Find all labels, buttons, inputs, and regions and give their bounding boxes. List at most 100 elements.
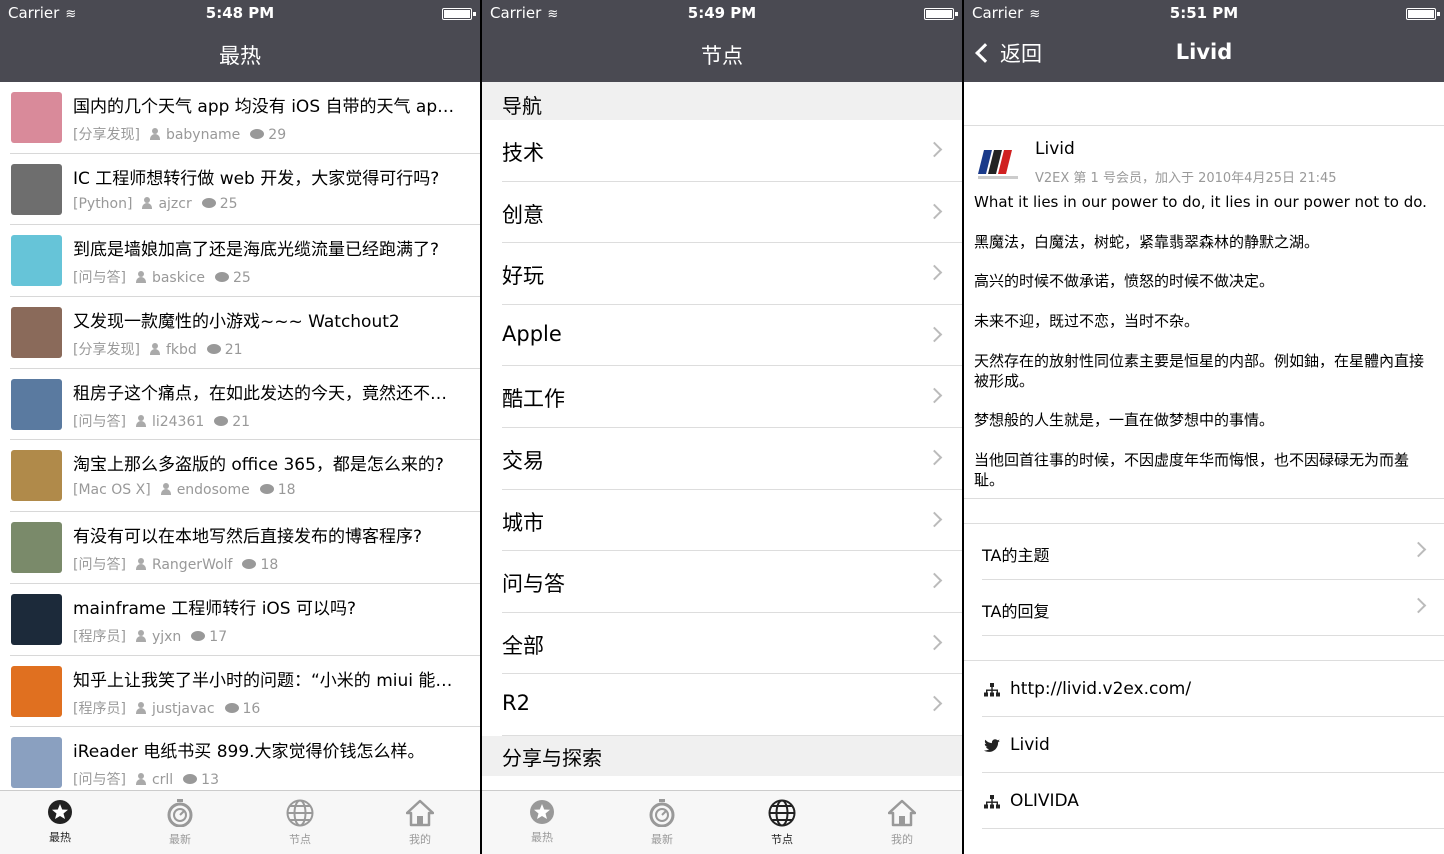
node-label: 酷工作 [502, 387, 565, 412]
node-row[interactable]: 全部 [502, 613, 962, 675]
avatar[interactable] [11, 665, 62, 717]
topic-row[interactable]: 国内的几个天气 app 均没有 iOS 自带的天气 ap… [分享发现] babyn… [10, 82, 480, 154]
node-tag[interactable]: [分享发现] [73, 342, 140, 358]
node-row[interactable]: 好玩 [502, 243, 962, 305]
user-replies-row[interactable]: TA的回复 [982, 580, 1444, 637]
navigation-bar: Carrier ≋ 5:49 PM 节点 [482, 0, 962, 82]
profile-name: Livid [1035, 139, 1075, 159]
node-row[interactable]: R2 [502, 674, 962, 736]
username[interactable]: justjavac [152, 701, 215, 717]
topic-row[interactable]: iReader 电纸书买 899.大家觉得价钱怎么样。 [问与答] crll 13 [10, 727, 480, 790]
status-bar: Carrier ≋ 5:49 PM [482, 4, 962, 24]
username[interactable]: fkbd [166, 342, 197, 358]
tab-hot[interactable]: 最热 [482, 791, 602, 854]
username[interactable]: babyname [166, 127, 240, 143]
tab-nodes[interactable]: 节点 [240, 791, 360, 854]
topic-row[interactable]: 知乎上让我笑了半小时的问题：“小米的 miui 能… [程序员] justjavac… [10, 656, 480, 728]
username[interactable]: yjxn [152, 629, 181, 645]
avatar[interactable] [11, 378, 62, 430]
username[interactable]: endosome [177, 482, 250, 498]
node-tag[interactable]: [问与答] [73, 414, 126, 430]
profile-screen: Carrier ≋ 5:51 PM 返回 Livid Livid V2EX 第 1… [964, 0, 1444, 854]
comment-icon [183, 774, 198, 785]
chevron-right-icon [926, 696, 943, 712]
username[interactable]: li24361 [152, 414, 204, 430]
topic-row[interactable]: 租房子这个痛点，在如此发达的今天，竟然还不… [问与答] li24361 21 [10, 369, 480, 441]
topic-row[interactable]: mainframe 工程师转行 iOS 可以吗? [程序员] yjxn 17 [10, 584, 480, 656]
node-row[interactable]: 酷工作 [502, 366, 962, 428]
username[interactable]: RangerWolf [152, 557, 233, 573]
avatar[interactable] [11, 307, 62, 359]
chevron-right-icon [1410, 597, 1427, 614]
bio-paragraph: 高兴的时候不做承诺，愤怒的时候不做决定。 [974, 272, 1275, 291]
twitter-link[interactable]: Livid [982, 717, 1444, 774]
username[interactable]: baskice [152, 270, 205, 286]
chevron-right-icon [926, 388, 943, 404]
avatar[interactable] [11, 522, 62, 574]
node-label: Apple [502, 321, 562, 346]
username[interactable]: ajzcr [158, 196, 191, 212]
avatar [978, 150, 1018, 179]
reply-count: 17 [209, 628, 228, 645]
node-tag[interactable]: [分享发现] [73, 127, 140, 143]
home-icon [888, 799, 916, 827]
tab-me[interactable]: 我的 [360, 791, 480, 854]
tab-me[interactable]: 我的 [842, 791, 962, 854]
user-topics-row[interactable]: TA的主题 [982, 524, 1444, 581]
user-icon [149, 343, 160, 356]
node-row[interactable]: 技术 [502, 120, 962, 182]
tab-hot[interactable]: 最热 [0, 791, 120, 854]
avatar[interactable] [11, 163, 62, 215]
node-tag[interactable]: [问与答] [73, 270, 126, 286]
profile-bio: What it lies in our power to do, it lies… [964, 190, 1444, 500]
avatar[interactable] [11, 92, 62, 143]
node-tag[interactable]: [程序员] [73, 629, 126, 645]
node-tag[interactable]: [Mac OS X] [73, 482, 151, 498]
topic-list[interactable]: 国内的几个天气 app 均没有 iOS 自带的天气 ap… [分享发现] babyn… [0, 82, 480, 790]
tab-latest[interactable]: 最新 [120, 791, 240, 854]
node-row[interactable]: 创意 [502, 182, 962, 244]
node-tag[interactable]: [Python] [73, 196, 132, 212]
username[interactable]: crll [152, 772, 173, 788]
reply-count: 13 [201, 772, 219, 789]
tab-latest[interactable]: 最新 [602, 791, 722, 854]
node-tag[interactable]: [程序员] [73, 701, 126, 717]
profile-content[interactable]: Livid V2EX 第 1 号会员，加入于 2010年4月25日 21:45 … [964, 82, 1444, 854]
tab-label: 最热 [531, 831, 553, 844]
avatar[interactable] [11, 593, 62, 645]
clock: 5:48 PM [205, 4, 275, 22]
topic-row[interactable]: 淘宝上那么多盗版的 office 365，都是怎么来的? [Mac OS X] en… [10, 440, 480, 513]
star-icon [530, 800, 554, 824]
node-label: 城市 [502, 510, 544, 535]
avatar[interactable] [11, 737, 62, 789]
clock: 5:49 PM [687, 4, 757, 22]
node-list[interactable]: 导航 技术 创意 好玩 Apple 酷工作 交易 城市 问与答 全部 R2 分享与探索 [482, 82, 962, 790]
comment-icon [191, 630, 206, 641]
other-link[interactable]: OLIVIDA [982, 773, 1444, 830]
topic-row[interactable]: 又发现一款魔性的小游戏~~~ Watchout2 [分享发现] fkbd 21 [10, 297, 480, 369]
star-icon [48, 800, 72, 824]
node-row[interactable]: 交易 [502, 428, 962, 490]
topic-title: 有没有可以在本地写然后直接发布的博客程序? [73, 527, 423, 548]
status-bar: Carrier ≋ 5:51 PM [964, 4, 1444, 24]
avatar[interactable] [11, 235, 62, 287]
topic-row[interactable]: IC 工程师想转行做 web 开发，大家觉得可行吗? [Python] ajzcr 2… [10, 154, 480, 226]
topic-row[interactable]: 到底是墙娘加高了还是海底光缆流量已经跑满了? [问与答] baskice 25 [10, 225, 480, 298]
node-row[interactable]: 城市 [502, 490, 962, 552]
topic-meta: [问与答] baskice 25 [73, 267, 261, 287]
node-tag[interactable]: [问与答] [73, 772, 126, 788]
topic-row[interactable]: 有没有可以在本地写然后直接发布的博客程序? [问与答] RangerWolf 18 [10, 512, 480, 584]
reply-count: 18 [260, 557, 279, 574]
website-link[interactable]: http://livid.v2ex.com/ [982, 661, 1444, 718]
chevron-right-icon [926, 141, 943, 158]
reply-count: 21 [224, 342, 243, 359]
tab-nodes[interactable]: 节点 [722, 791, 842, 854]
node-row[interactable]: 问与答 [502, 551, 962, 613]
node-row[interactable]: Apple [502, 305, 962, 367]
topic-meta: [问与答] li24361 21 [73, 411, 260, 431]
tab-bar: 最热 最新 节点 我的 [0, 790, 480, 854]
user-icon [135, 773, 146, 786]
avatar[interactable] [11, 450, 62, 502]
bio-paragraph: 黑魔法，白魔法，树蛇，紧靠翡翠森林的静默之湖。 [974, 232, 1320, 251]
node-tag[interactable]: [问与答] [73, 557, 126, 573]
